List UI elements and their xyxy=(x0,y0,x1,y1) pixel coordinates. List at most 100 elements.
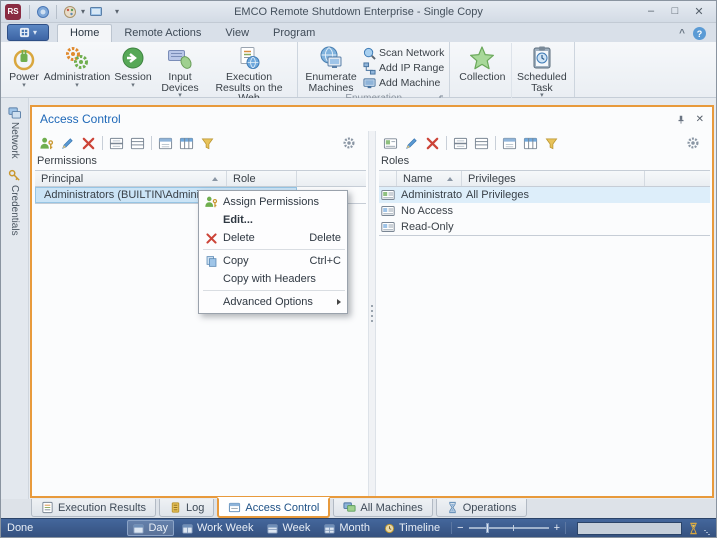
add-machine-button[interactable]: Add Machine xyxy=(363,76,444,90)
tab-log[interactable]: Log xyxy=(159,499,215,517)
scheduled-task-icon xyxy=(529,45,555,71)
collapse-ribbon-button[interactable]: ^ xyxy=(679,28,685,39)
roles-row-read-only[interactable]: Read-Only xyxy=(379,219,710,235)
column-header-principal[interactable]: Principal xyxy=(35,171,227,186)
pane-splitter[interactable] xyxy=(368,131,376,496)
session-button[interactable]: Session ▾ xyxy=(110,43,156,104)
calendar-month-icon xyxy=(324,523,335,534)
customize-quick-access-icon[interactable]: ▾ xyxy=(115,7,119,16)
grid-view-button[interactable] xyxy=(523,136,538,151)
input-devices-button[interactable]: Input Devices ▾ xyxy=(156,43,204,104)
app-logo-icon[interactable]: RS xyxy=(5,3,21,20)
execution-results-web-button[interactable]: Execution Results on the Web xyxy=(204,43,294,104)
permissions-header: Principal Role xyxy=(35,171,366,187)
tab-operations[interactable]: Operations xyxy=(435,499,527,517)
menu-item-edit[interactable]: Edit... xyxy=(199,211,347,229)
zoom-slider-thumb[interactable] xyxy=(486,523,490,533)
filter-button[interactable] xyxy=(200,136,215,151)
menu-item-copy[interactable]: Copy Ctrl+C xyxy=(199,252,347,270)
column-header-name[interactable]: Name xyxy=(397,171,462,186)
side-tab-strip: Network Credentials xyxy=(1,98,29,499)
enumeration-small-buttons: Scan Network Add IP Range Add Machine xyxy=(361,43,446,93)
tab-remote-actions[interactable]: Remote Actions xyxy=(112,25,213,42)
card-view-icon xyxy=(158,137,173,149)
help-button[interactable]: ? xyxy=(693,27,706,40)
list-view-button[interactable] xyxy=(130,136,145,151)
sidebar-item-network[interactable]: Network xyxy=(8,106,21,159)
zoom-out-button[interactable]: − xyxy=(457,522,463,534)
split-rows-view-button[interactable] xyxy=(109,136,124,151)
busy-hourglass-icon xyxy=(690,522,697,534)
input-devices-icon xyxy=(167,45,193,71)
tab-all-machines[interactable]: All Machines xyxy=(333,499,433,517)
pin-icon[interactable] xyxy=(676,114,686,125)
scheduled-task-button[interactable]: Scheduled Task ▾ xyxy=(511,43,571,99)
zoom-slider[interactable] xyxy=(468,523,549,533)
view-day-button[interactable]: Day xyxy=(127,520,174,536)
collection-button[interactable]: Collection xyxy=(453,43,511,99)
tab-execution-results[interactable]: Execution Results xyxy=(31,499,157,517)
scan-network-button[interactable]: Scan Network xyxy=(363,46,444,60)
close-button[interactable]: ✕ xyxy=(692,5,706,18)
tab-home[interactable]: Home xyxy=(57,24,113,42)
panel-close-icon[interactable]: ✕ xyxy=(696,114,704,125)
divider xyxy=(451,522,453,534)
roles-row-administrator[interactable]: Administrator All Privileges xyxy=(379,187,710,203)
sidebar-item-credentials[interactable]: Credentials xyxy=(8,169,21,235)
tab-access-control[interactable]: Access Control xyxy=(217,497,331,518)
roles-settings-button[interactable] xyxy=(686,136,700,150)
quick-access-theme-icon[interactable] xyxy=(61,3,79,21)
menu-item-assign-permissions[interactable]: Assign Permissions xyxy=(199,193,347,211)
zoom-in-button[interactable]: + xyxy=(554,522,560,534)
power-button[interactable]: Power ▾ xyxy=(4,43,44,104)
tab-view[interactable]: View xyxy=(213,25,261,42)
column-header-role[interactable]: Role xyxy=(227,171,297,186)
list-view-icon xyxy=(474,137,489,149)
delete-permission-button[interactable] xyxy=(81,136,96,151)
list-view-button[interactable] xyxy=(474,136,489,151)
menu-item-advanced-options[interactable]: Advanced Options xyxy=(199,293,347,311)
assign-permissions-icon xyxy=(205,196,218,208)
menu-item-copy-with-headers[interactable]: Copy with Headers xyxy=(199,270,347,288)
filter-button[interactable] xyxy=(544,136,559,151)
app-menu-dropdown-icon: ▾ xyxy=(32,28,37,37)
card-view-button[interactable] xyxy=(158,136,173,151)
theme-dropdown-icon[interactable]: ▾ xyxy=(81,7,85,16)
administration-button[interactable]: Administration ▾ xyxy=(44,43,110,104)
grid-view-button[interactable] xyxy=(179,136,194,151)
menu-item-delete[interactable]: Delete Delete xyxy=(199,229,347,247)
minimize-button[interactable]: – xyxy=(644,5,658,18)
column-header-privileges[interactable]: Privileges xyxy=(462,171,645,186)
delete-role-button[interactable] xyxy=(425,136,440,151)
filter-funnel-icon xyxy=(201,137,214,149)
permissions-settings-button[interactable] xyxy=(342,136,356,150)
resize-grip[interactable] xyxy=(703,530,710,537)
quick-access-screen-icon[interactable] xyxy=(87,3,105,21)
view-work-week-button[interactable]: Work Week xyxy=(176,520,259,536)
edit-permission-button[interactable] xyxy=(60,136,75,151)
view-month-button[interactable]: Month xyxy=(318,520,376,536)
add-permission-button[interactable] xyxy=(39,136,54,151)
roles-row-no-access[interactable]: No Access xyxy=(379,203,710,219)
panel-title: Access Control xyxy=(40,112,121,126)
delete-x-icon xyxy=(82,137,95,149)
view-week-button[interactable]: Week xyxy=(261,520,316,536)
shortcut-label: Delete xyxy=(309,232,341,244)
quick-access-power-icon[interactable] xyxy=(34,3,52,21)
sort-ascending-icon xyxy=(212,176,218,181)
roles-toolbar xyxy=(379,131,712,155)
enumerate-machines-button[interactable]: Enumerate Machines xyxy=(301,43,361,93)
tab-program[interactable]: Program xyxy=(261,25,327,42)
add-role-card-icon xyxy=(383,137,398,149)
view-timeline-button[interactable]: Timeline xyxy=(378,520,446,536)
add-role-button[interactable] xyxy=(383,136,398,151)
maximize-button[interactable]: □ xyxy=(668,5,682,18)
card-view-button[interactable] xyxy=(502,136,517,151)
add-ip-range-button[interactable]: Add IP Range xyxy=(363,61,444,75)
split-rows-view-button[interactable] xyxy=(453,136,468,151)
roles-label: Roles xyxy=(381,155,410,167)
zoom-slider-tick xyxy=(512,525,514,531)
calendar-day-icon xyxy=(133,523,144,534)
edit-role-button[interactable] xyxy=(404,136,419,151)
application-menu-button[interactable]: ▾ xyxy=(7,24,49,41)
